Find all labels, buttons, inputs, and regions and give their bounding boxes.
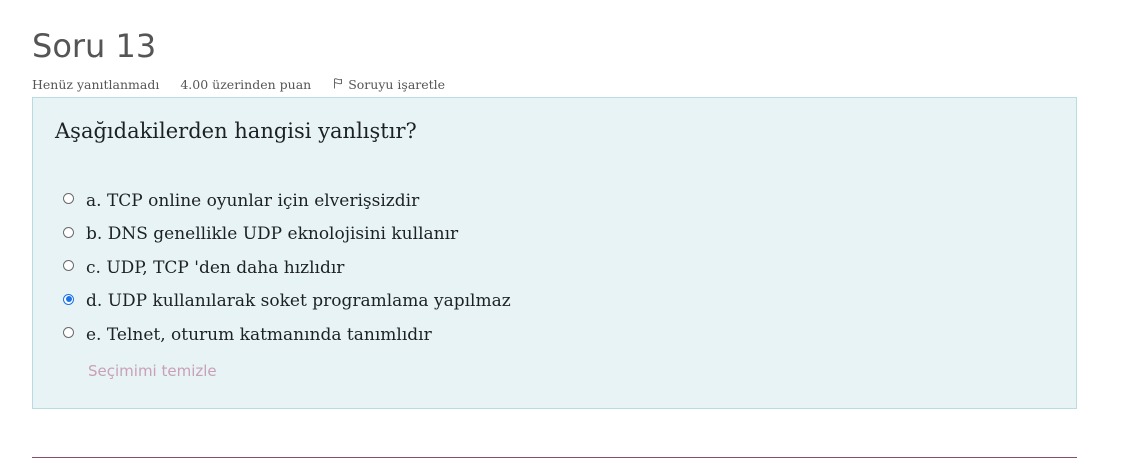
clear-choice-link[interactable]: Seçimimi temizle <box>88 362 217 380</box>
answer-option-label: b. DNS genellikle UDP eknolojisini kulla… <box>86 224 459 245</box>
flag-icon <box>333 77 348 92</box>
question-panel: Aşağıdakilerden hangisi yanlıştır? a. TC… <box>32 97 1077 409</box>
answer-option-a[interactable]: a. TCP online oyunlar için elverişsizdir <box>63 184 511 218</box>
answer-option-label: a. TCP online oyunlar için elverişsizdir <box>86 190 420 211</box>
section-divider <box>32 457 1077 458</box>
answer-option-d[interactable]: d. UDP kullanılarak soket programlama ya… <box>63 285 511 319</box>
answer-option-label: e. Telnet, oturum katmanında tanımlıdır <box>86 324 432 345</box>
radio-button-a[interactable] <box>63 193 74 205</box>
answer-option-label: c. UDP, TCP 'den daha hızlıdır <box>86 257 345 278</box>
answer-option-b[interactable]: b. DNS genellikle UDP eknolojisini kulla… <box>63 218 511 252</box>
question-number-title: Soru 13 <box>32 27 157 65</box>
answer-option-e[interactable]: e. Telnet, oturum katmanında tanımlıdır <box>63 318 511 352</box>
quiz-page: Soru 13 Henüz yanıtlanmadı 4.00 üzerinde… <box>0 0 1128 470</box>
radio-button-c[interactable] <box>63 260 74 272</box>
answer-options: a. TCP online oyunlar için elverişsizdir… <box>63 184 511 352</box>
question-text: Aşağıdakilerden hangisi yanlıştır? <box>55 119 417 143</box>
radio-button-d[interactable] <box>63 293 74 305</box>
question-info: Henüz yanıtlanmadı 4.00 üzerinden puan S… <box>32 75 445 93</box>
flag-question-link[interactable]: Soruyu işaretle <box>333 77 445 92</box>
radio-button-e[interactable] <box>63 327 74 339</box>
flag-question-label: Soruyu işaretle <box>348 76 446 92</box>
question-grade: 4.00 üzerinden puan <box>180 76 312 92</box>
answer-status: Henüz yanıtlanmadı <box>32 76 160 92</box>
answer-option-label: d. UDP kullanılarak soket programlama ya… <box>86 291 511 312</box>
answer-option-c[interactable]: c. UDP, TCP 'den daha hızlıdır <box>63 251 511 285</box>
radio-button-b[interactable] <box>63 226 74 238</box>
